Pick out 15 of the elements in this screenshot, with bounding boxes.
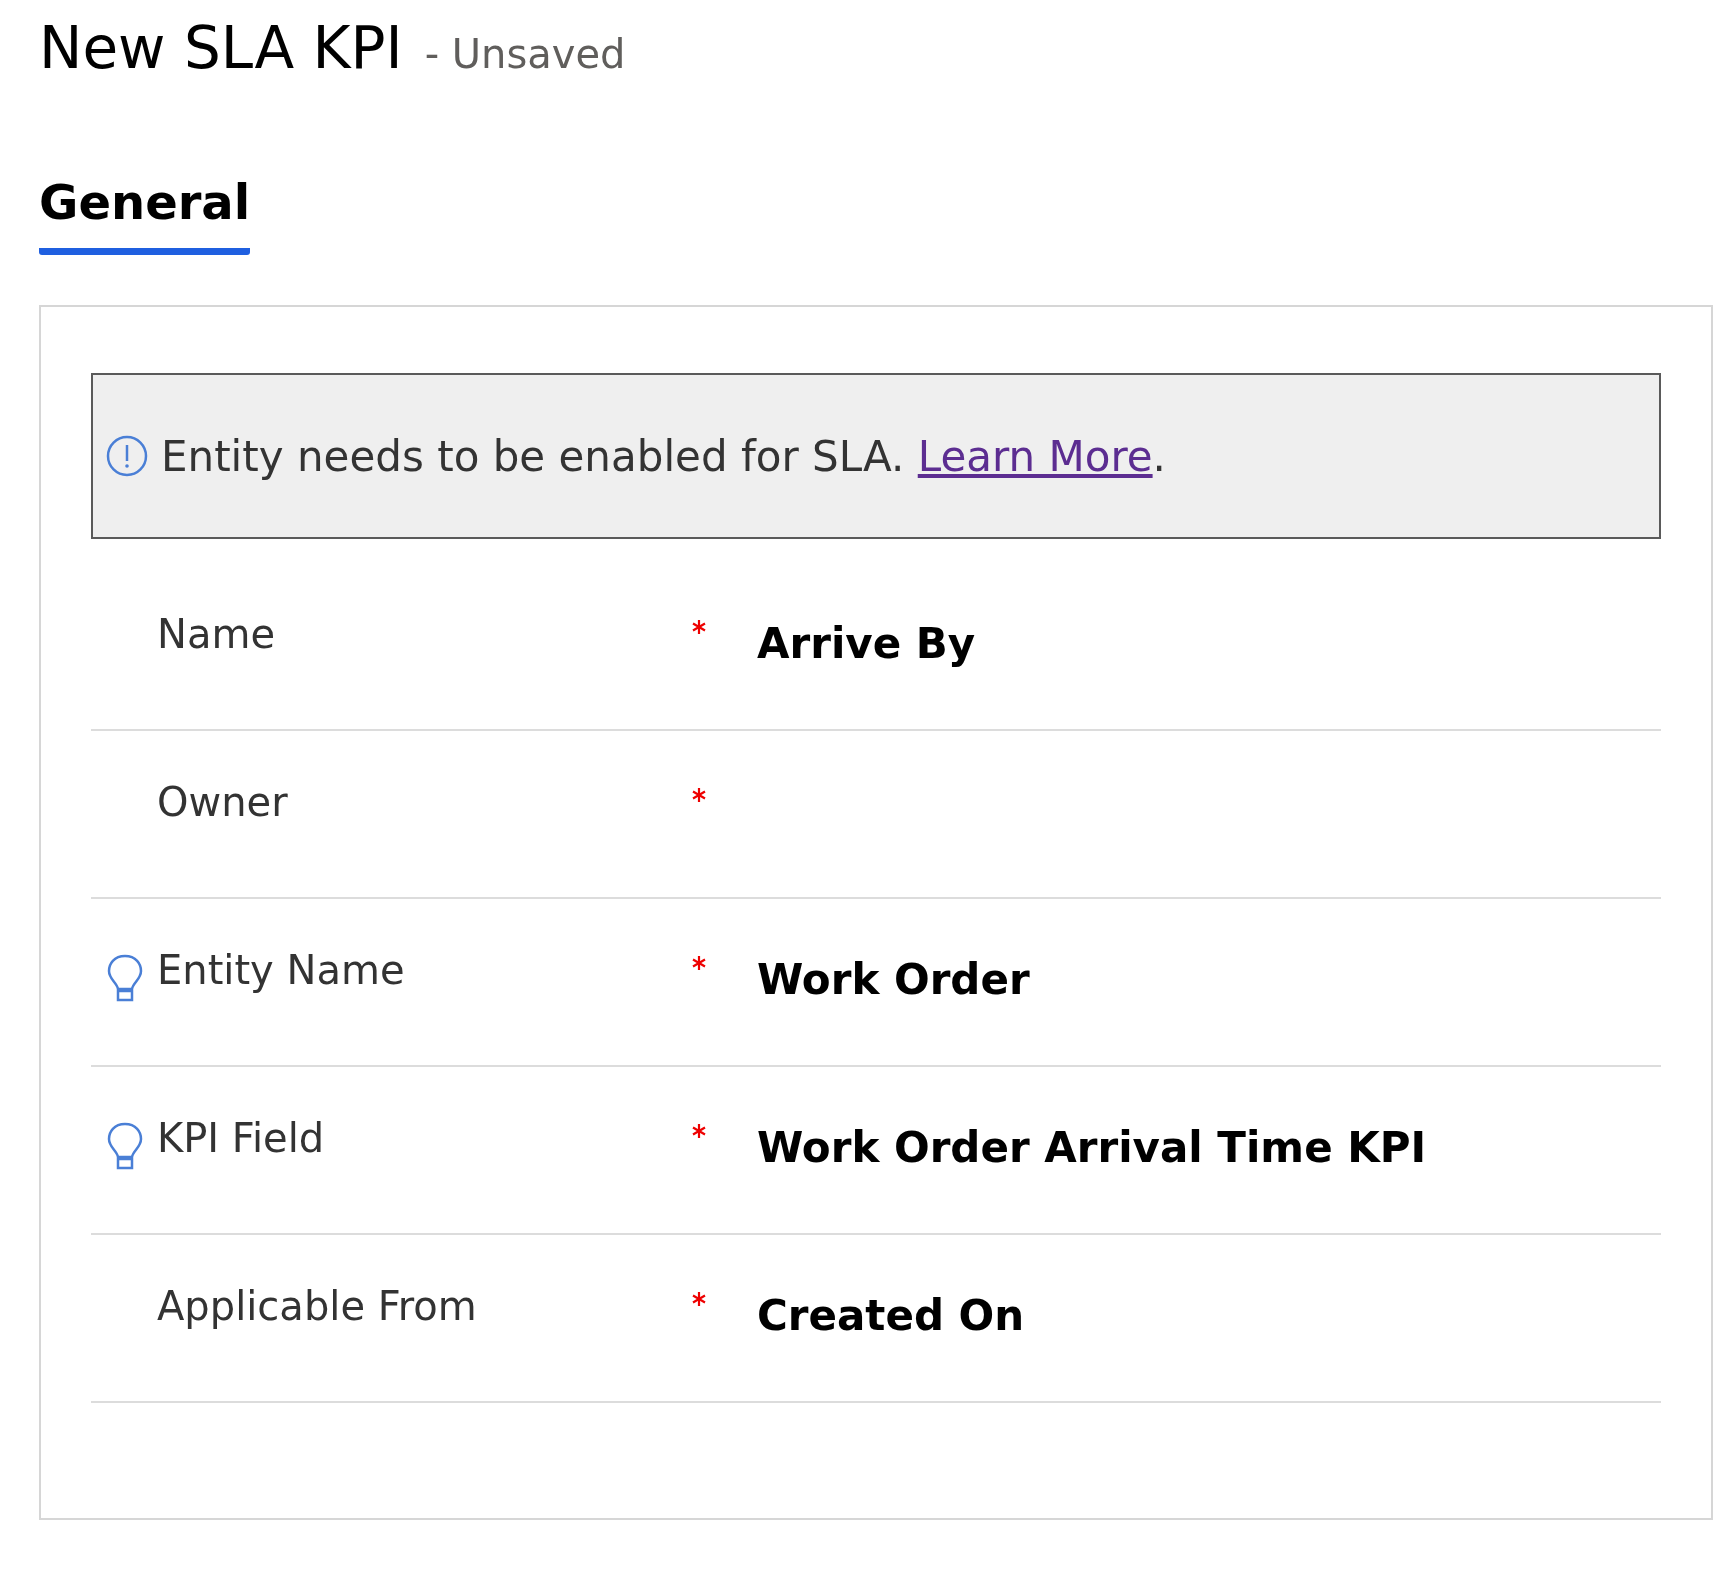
field-value[interactable]: Created On bbox=[757, 1291, 1661, 1340]
save-status: - Unsaved bbox=[424, 31, 626, 77]
field-value[interactable]: Work Order bbox=[757, 955, 1661, 1004]
field-value[interactable]: Arrive By bbox=[757, 619, 1661, 668]
field-label: Applicable From bbox=[157, 1283, 478, 1329]
learn-more-link[interactable]: Learn More bbox=[917, 431, 1153, 481]
field-label: Owner bbox=[157, 779, 289, 825]
field-label: KPI Field bbox=[157, 1115, 326, 1161]
tab[interactable]: General bbox=[39, 174, 251, 255]
info-icon bbox=[105, 434, 149, 478]
page-title: New SLA KPI bbox=[39, 14, 403, 82]
field-label: Entity Name bbox=[157, 947, 406, 993]
field-label: Name bbox=[157, 611, 276, 657]
field-value[interactable]: Work Order Arrival Time KPI bbox=[757, 1123, 1661, 1172]
notice-text: Entity needs to be enabled for SLA. Learn More. bbox=[161, 431, 1166, 481]
